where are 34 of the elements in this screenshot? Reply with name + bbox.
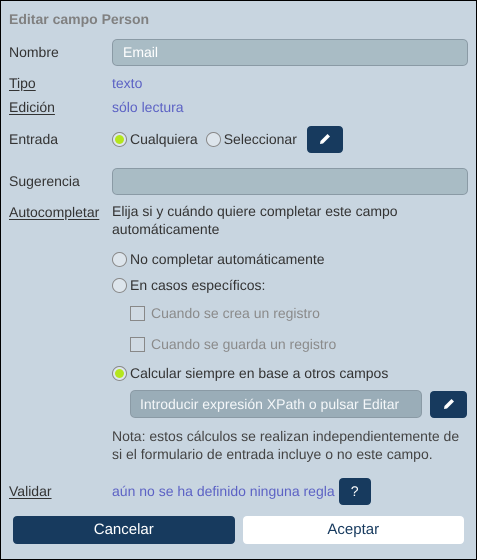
field-label: Sugerencia	[9, 172, 81, 191]
field-label[interactable]: Autocompletar	[9, 202, 112, 223]
cancel-button[interactable]: Cancelar	[13, 516, 234, 544]
field-label[interactable]: Validar	[9, 480, 112, 502]
field-label: Nombre	[9, 42, 60, 62]
dialog-title: Editar campo Person	[9, 10, 150, 29]
help-button[interactable]: ?	[338, 478, 371, 504]
radio-button[interactable]	[206, 132, 221, 146]
pencil-icon	[318, 133, 331, 145]
radio-label: En casos específicos:	[130, 276, 266, 295]
xpath-field[interactable]: Introducir expresión XPath o pulsar Editar	[130, 390, 422, 418]
radio-button[interactable]	[112, 132, 127, 146]
type-value: texto	[112, 74, 142, 92]
radio-button[interactable]	[112, 278, 127, 292]
radio-button[interactable]	[112, 252, 127, 266]
pencil-icon	[442, 398, 454, 410]
edit-button[interactable]	[306, 126, 343, 152]
checkbox-label: Cuando se crea un registro	[151, 304, 320, 323]
field-label[interactable]: Edición	[9, 96, 112, 118]
edit-button[interactable]	[430, 390, 467, 418]
radio-label: No completar automáticamente	[130, 250, 325, 269]
radio-button[interactable]	[112, 366, 127, 380]
validation-value: aún no se ha definido ninguna regla	[112, 482, 335, 501]
checkbox-label: Cuando se guarda un registro	[151, 335, 336, 354]
radio-label: Calcular siempre en base a otros campos	[130, 364, 388, 383]
field-label[interactable]: Tipo	[9, 72, 112, 94]
suggestion-field[interactable]	[112, 168, 468, 194]
radio-label: Seleccionar	[224, 130, 297, 148]
note-text: Nota: estos cálculos se realizan independientemente de si el formulario de entrada incluye o no este campo.	[112, 427, 460, 463]
edit-value: sólo lectura	[112, 98, 184, 116]
radio-label: Cualquiera	[130, 130, 198, 149]
field-label: Entrada	[9, 130, 60, 148]
autocomplete-description: Elija si y cuándo quiere completar este campo automáticamente	[112, 202, 399, 238]
accept-button[interactable]: Aceptar	[242, 516, 464, 544]
